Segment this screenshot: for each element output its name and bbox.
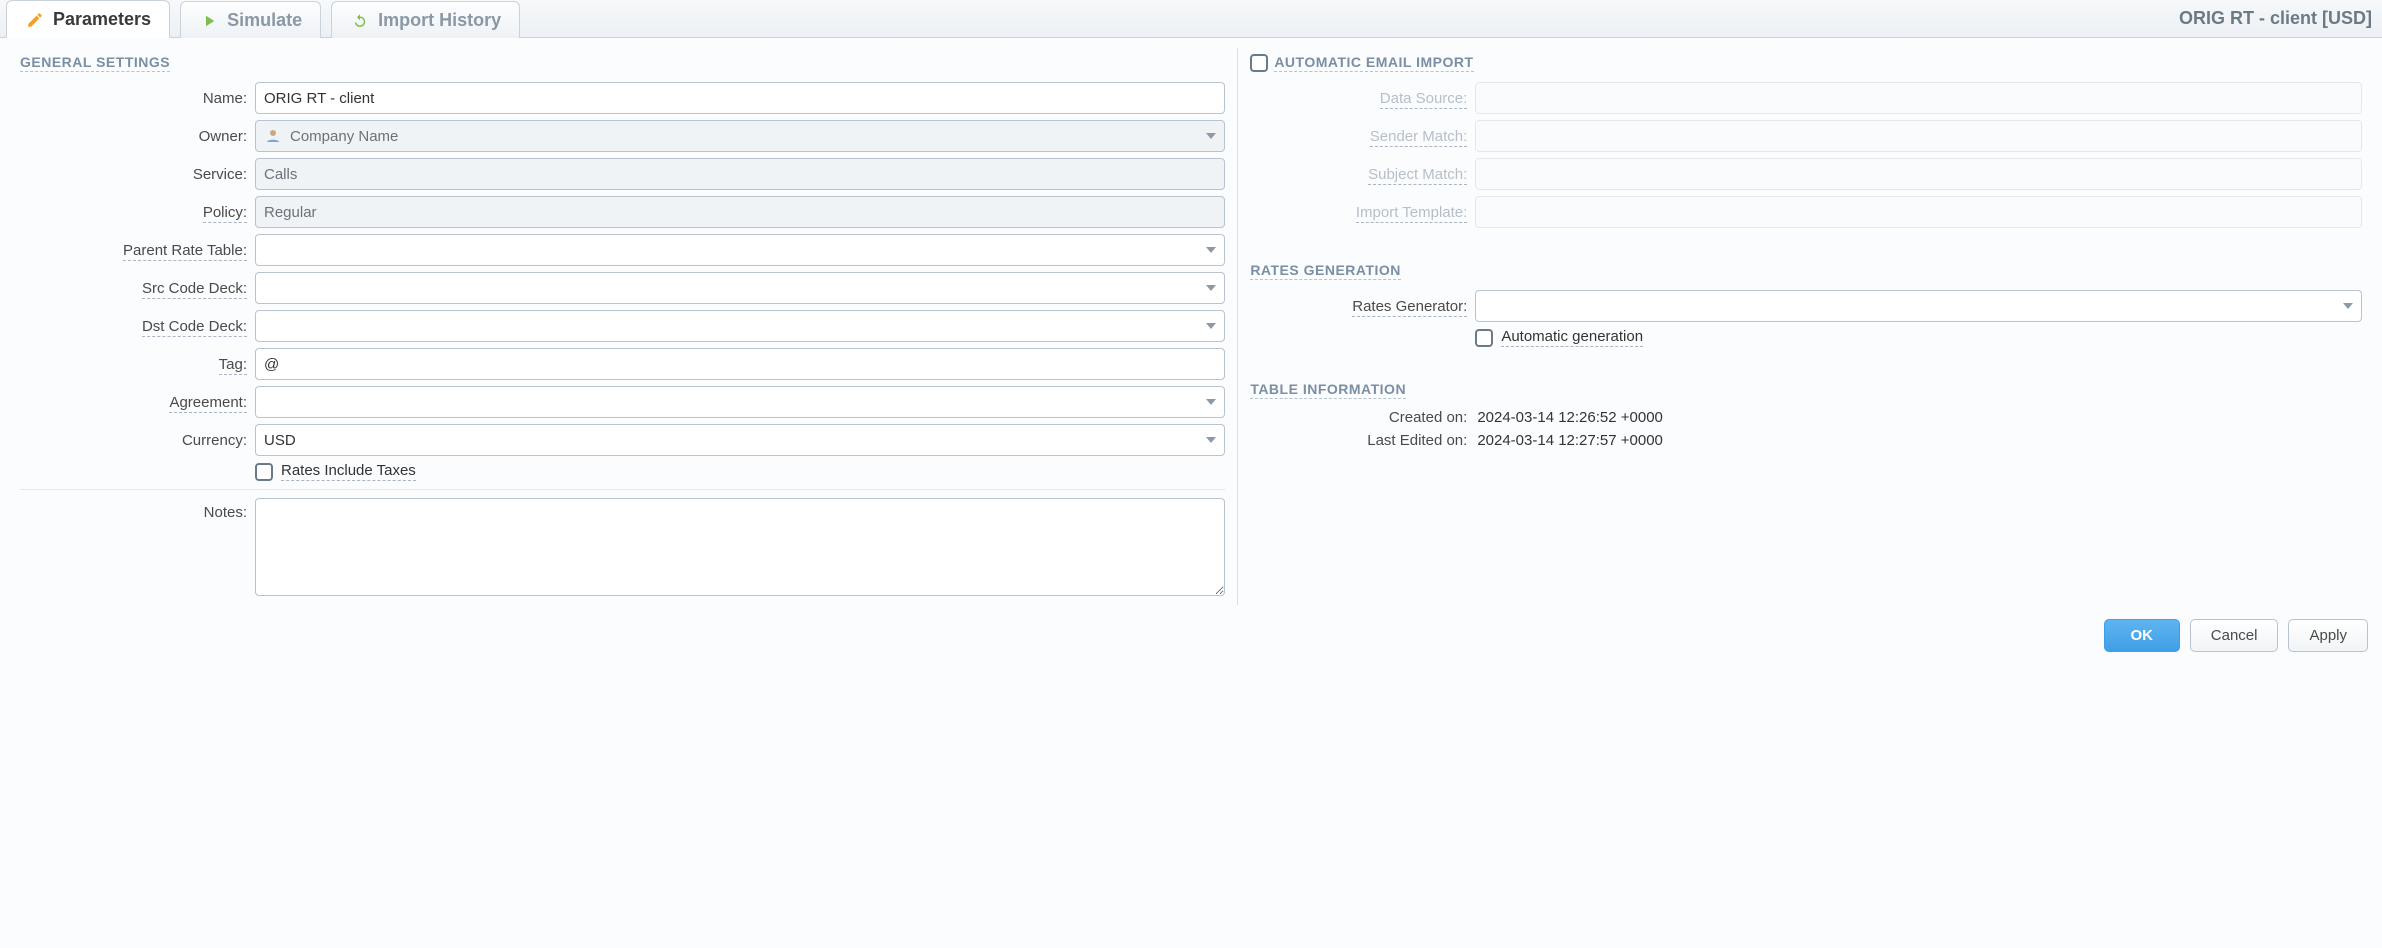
dst-code-deck-label: Dst Code Deck:: [142, 318, 247, 337]
agreement-select[interactable]: [255, 386, 1225, 418]
play-icon: [199, 11, 219, 31]
tag-input[interactable]: [255, 348, 1225, 380]
table-information-title: TABLE INFORMATION: [1250, 381, 1406, 399]
tab-simulate[interactable]: Simulate: [180, 1, 321, 38]
automatic-email-import-title: AUTOMATIC EMAIL IMPORT: [1274, 54, 1473, 72]
service-label: Service:: [20, 166, 255, 183]
tab-label: Import History: [378, 10, 501, 31]
src-code-deck-label: Src Code Deck:: [142, 280, 247, 299]
tab-parameters[interactable]: Parameters: [6, 0, 170, 38]
policy-field: Regular: [255, 196, 1225, 228]
ok-button[interactable]: OK: [2104, 619, 2180, 652]
tab-label: Simulate: [227, 10, 302, 31]
currency-label: Currency:: [20, 432, 255, 449]
currency-select[interactable]: USD: [255, 424, 1225, 456]
rates-generation-title: RATES GENERATION: [1250, 262, 1401, 280]
user-icon: [264, 127, 282, 145]
sender-match-input: [1475, 120, 2362, 152]
owner-label: Owner:: [20, 128, 255, 145]
automatic-email-import-checkbox[interactable]: [1250, 54, 1268, 72]
tabbar: Parameters Simulate Import History ORIG …: [0, 0, 2382, 38]
created-on-value: 2024-03-14 12:26:52 +0000: [1475, 409, 2362, 426]
name-label: Name:: [20, 90, 255, 107]
general-settings-title: GENERAL SETTINGS: [20, 54, 170, 72]
rates-include-taxes-label: Rates Include Taxes: [281, 462, 416, 481]
tab-label: Parameters: [53, 9, 151, 30]
last-edited-on-value: 2024-03-14 12:27:57 +0000: [1475, 432, 2362, 449]
automatic-generation-checkbox[interactable]: [1475, 329, 1493, 347]
automatic-generation-label: Automatic generation: [1501, 328, 1643, 347]
subject-match-input: [1475, 158, 2362, 190]
last-edited-on-label: Last Edited on:: [1250, 432, 1475, 449]
service-field: Calls: [255, 158, 1225, 190]
data-source-label: Data Source:: [1380, 90, 1468, 109]
chevron-down-icon: [1206, 133, 1216, 139]
general-settings-panel: GENERAL SETTINGS Name: Owner: Company: [8, 48, 1238, 605]
refresh-icon: [350, 11, 370, 31]
src-code-deck-select[interactable]: [255, 272, 1225, 304]
chevron-down-icon: [1206, 247, 1216, 253]
apply-button[interactable]: Apply: [2288, 619, 2368, 652]
sender-match-label: Sender Match:: [1370, 128, 1468, 147]
rates-generator-label: Rates Generator:: [1352, 298, 1467, 317]
button-bar: OK Cancel Apply: [0, 605, 2382, 664]
chevron-down-icon: [1206, 437, 1216, 443]
owner-value: Company Name: [290, 128, 398, 145]
policy-label: Policy:: [203, 204, 247, 223]
owner-select[interactable]: Company Name: [255, 120, 1225, 152]
import-template-label: Import Template:: [1356, 204, 1467, 223]
parent-rate-table-select[interactable]: [255, 234, 1225, 266]
page-title: ORIG RT - client [USD]: [2179, 8, 2382, 29]
parent-rate-table-label: Parent Rate Table:: [123, 242, 247, 261]
tab-import-history[interactable]: Import History: [331, 1, 520, 38]
created-on-label: Created on:: [1250, 409, 1475, 426]
notes-textarea[interactable]: [255, 498, 1225, 596]
dst-code-deck-select[interactable]: [255, 310, 1225, 342]
chevron-down-icon: [1206, 323, 1216, 329]
name-input[interactable]: [255, 82, 1225, 114]
rates-generator-select[interactable]: [1475, 290, 2362, 322]
subject-match-label: Subject Match:: [1368, 166, 1467, 185]
chevron-down-icon: [2343, 303, 2353, 309]
right-panel: AUTOMATIC EMAIL IMPORT Data Source: Send…: [1238, 48, 2374, 605]
tag-label: Tag:: [219, 356, 247, 375]
chevron-down-icon: [1206, 285, 1216, 291]
data-source-input: [1475, 82, 2362, 114]
agreement-label: Agreement:: [169, 394, 247, 413]
pencil-icon: [25, 10, 45, 30]
chevron-down-icon: [1206, 399, 1216, 405]
notes-label: Notes:: [20, 498, 255, 521]
rates-include-taxes-checkbox[interactable]: [255, 463, 273, 481]
import-template-input: [1475, 196, 2362, 228]
cancel-button[interactable]: Cancel: [2190, 619, 2279, 652]
